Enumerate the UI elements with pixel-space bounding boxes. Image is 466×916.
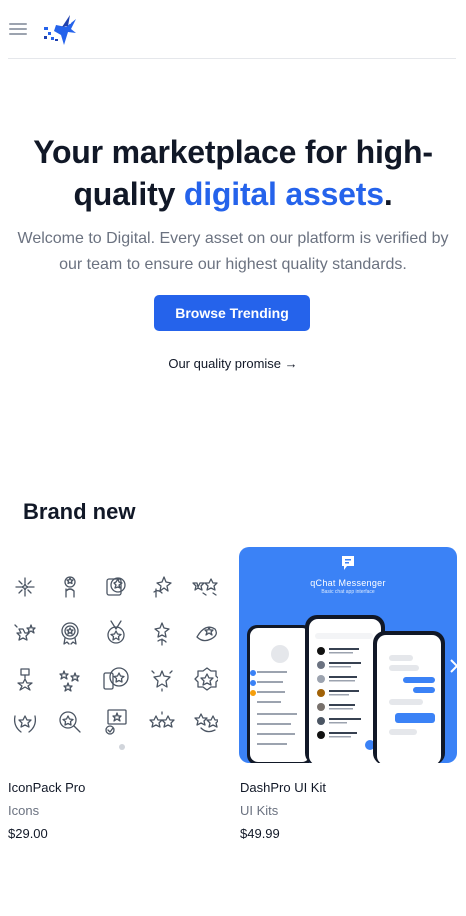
icon-pack-preview-image	[13, 576, 218, 735]
product-thumbnail[interactable]	[0, 547, 218, 763]
hero-subtitle: Welcome to Digital. Every asset on our p…	[17, 230, 449, 273]
product-category: Icons	[8, 803, 40, 818]
product-card[interactable]: IconPack Pro Icons $29.00	[0, 547, 218, 841]
hummingbird-logo-icon[interactable]	[42, 13, 78, 47]
product-price: $49.99	[240, 826, 280, 841]
product-card[interactable]: qChat Messenger Basic chat app interface	[239, 547, 457, 841]
carousel-dot[interactable]	[119, 744, 125, 750]
section-title: Brand new	[23, 499, 136, 524]
browse-trending-button[interactable]: Browse Trending	[154, 295, 310, 331]
header-divider	[8, 58, 456, 59]
phone-mockups-image	[247, 615, 445, 763]
quality-promise-link[interactable]: Our quality promise →	[0, 356, 466, 371]
top-bar	[0, 0, 466, 59]
product-price: $29.00	[8, 826, 48, 841]
product-title: DashPro UI Kit	[240, 780, 326, 795]
product-title: IconPack Pro	[8, 780, 86, 795]
chevron-right-icon[interactable]	[449, 659, 457, 673]
product-thumbnail[interactable]: qChat Messenger Basic chat app interface	[239, 547, 457, 763]
product-category: UI Kits	[240, 803, 279, 818]
hero-title-end: .	[383, 176, 393, 212]
hero-title-accent: digital assets	[183, 176, 384, 212]
hamburger-menu-button[interactable]	[9, 20, 27, 38]
hero-title: Your marketplace for high-quality digita…	[10, 131, 456, 215]
